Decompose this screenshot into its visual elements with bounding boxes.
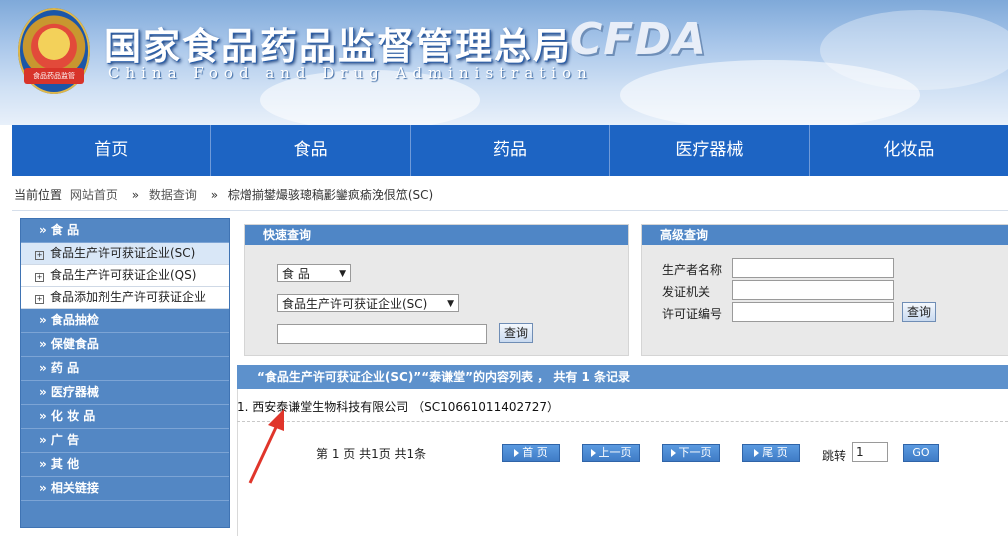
breadcrumb: 当前位置 网站首页 » 数据查询 » 棕熷揃鐢熶骇璁稿彲鑾疯瘉浼佷笟(SC): [14, 186, 437, 203]
play-icon: [590, 449, 596, 457]
type-select[interactable]: 食品生产许可获证企业(SC) ▼: [277, 294, 459, 312]
breadcrumb-sep: »: [210, 188, 219, 202]
producer-name-label: 生产者名称: [662, 263, 723, 277]
sidebar-section-food[interactable]: » 食 品: [21, 219, 229, 243]
sidebar-section-food-sampling[interactable]: » 食品抽检: [21, 309, 229, 333]
divider: [12, 210, 1008, 211]
cfda-logo: CFDA: [570, 14, 707, 65]
sidebar-item-food-sc[interactable]: + 食品生产许可获证企业(SC): [21, 243, 229, 265]
sidebar-section-ads[interactable]: » 广 告: [21, 429, 229, 453]
nav-drug[interactable]: 药品: [411, 125, 611, 176]
play-icon: [514, 449, 520, 457]
go-button[interactable]: GO: [903, 444, 939, 462]
sidebar-item-label: 食品生产许可获证企业(QS): [50, 268, 197, 282]
first-page-button[interactable]: 首 页: [502, 444, 560, 462]
keyword-input[interactable]: [277, 324, 487, 344]
breadcrumb-current: 棕熷揃鐢熶骇璁稿彲鑾疯瘉浼佷笟(SC): [227, 188, 434, 202]
category-select[interactable]: 食 品 ▼: [277, 264, 351, 282]
result-divider: [237, 421, 1008, 422]
results-header: “食品生产许可获证企业(SC)”“泰谦堂”的内容列表 ， 共有 1 条记录: [237, 365, 1008, 389]
sidebar-section-links[interactable]: » 相关链接: [21, 477, 229, 501]
sidebar: » 食 品 + 食品生产许可获证企业(SC) + 食品生产许可获证企业(QS) + 食…: [20, 218, 230, 528]
header-banner: 食品药品监管 国家食品药品监督管理总局 China Food and Drug …: [0, 0, 1008, 125]
result-code: （SC10661011402727）: [412, 400, 560, 414]
sidebar-item-label: 食品生产许可获证企业(SC): [50, 246, 196, 260]
sidebar-section-cosmetics[interactable]: » 化 妆 品: [21, 405, 229, 429]
sidebar-section-medical-device[interactable]: » 医疗器械: [21, 381, 229, 405]
sidebar-section-health-food[interactable]: » 保健食品: [21, 333, 229, 357]
sidebar-section-drug[interactable]: » 药 品: [21, 357, 229, 381]
banner-cloud: [820, 10, 1008, 90]
license-number-input[interactable]: [732, 302, 894, 322]
nav-food[interactable]: 食品: [211, 125, 411, 176]
jump-label: 跳转: [822, 449, 847, 463]
expand-icon: +: [35, 273, 44, 282]
advanced-search-title: 高级查询: [642, 225, 1008, 245]
sidebar-section-other[interactable]: » 其 他: [21, 453, 229, 477]
license-number-label: 许可证编号: [662, 307, 723, 321]
chevron-down-icon: ▼: [447, 299, 454, 309]
quick-search-title: 快速查询: [245, 225, 628, 245]
advanced-search-panel: 高级查询 生产者名称 发证机关 许可证编号 查询: [641, 224, 1008, 356]
breadcrumb-label: 当前位置: [14, 188, 63, 202]
issuer-input[interactable]: [732, 280, 894, 300]
advanced-search-button[interactable]: 查询: [902, 302, 936, 322]
sidebar-item-label: 食品添加剂生产许可获证企业: [50, 290, 207, 304]
chevron-down-icon: ▼: [339, 269, 346, 279]
nav-medical-device[interactable]: 医疗器械: [610, 125, 810, 176]
annotation-arrow-icon: [248, 409, 284, 484]
quick-search-button[interactable]: 查询: [499, 323, 533, 343]
prev-page-button[interactable]: 上一页: [582, 444, 640, 462]
expand-icon: +: [35, 295, 44, 304]
producer-name-input[interactable]: [732, 258, 894, 278]
issuer-label: 发证机关: [662, 285, 711, 299]
breadcrumb-data-query[interactable]: 数据查询: [149, 188, 197, 202]
sidebar-item-food-qs[interactable]: + 食品生产许可获证企业(QS): [21, 265, 229, 287]
last-page-button[interactable]: 尾 页: [742, 444, 800, 462]
sidebar-item-food-additive[interactable]: + 食品添加剂生产许可获证企业: [21, 287, 229, 309]
quick-search-panel: 快速查询 食 品 ▼ 食品生产许可获证企业(SC) ▼ 查询: [244, 224, 629, 356]
pager-info: 第 1 页 共1页 共1条: [316, 447, 427, 461]
play-icon: [670, 449, 676, 457]
expand-icon: +: [35, 251, 44, 260]
play-icon: [754, 449, 760, 457]
nav-home[interactable]: 首页: [12, 125, 212, 176]
breadcrumb-sep: »: [131, 188, 140, 202]
jump-page-input[interactable]: 1: [852, 442, 888, 462]
breadcrumb-home[interactable]: 网站首页: [70, 188, 118, 202]
nav-cosmetics[interactable]: 化妆品: [810, 125, 1008, 176]
site-title: 国家食品药品监督管理总局: [104, 25, 572, 68]
site-subtitle-en: China Food and Drug Administration: [108, 64, 593, 82]
national-emblem-icon: 食品药品监管: [18, 8, 90, 94]
next-page-button[interactable]: 下一页: [662, 444, 720, 462]
main-nav: 首页 食品 药品 医疗器械 化妆品: [12, 125, 1008, 176]
